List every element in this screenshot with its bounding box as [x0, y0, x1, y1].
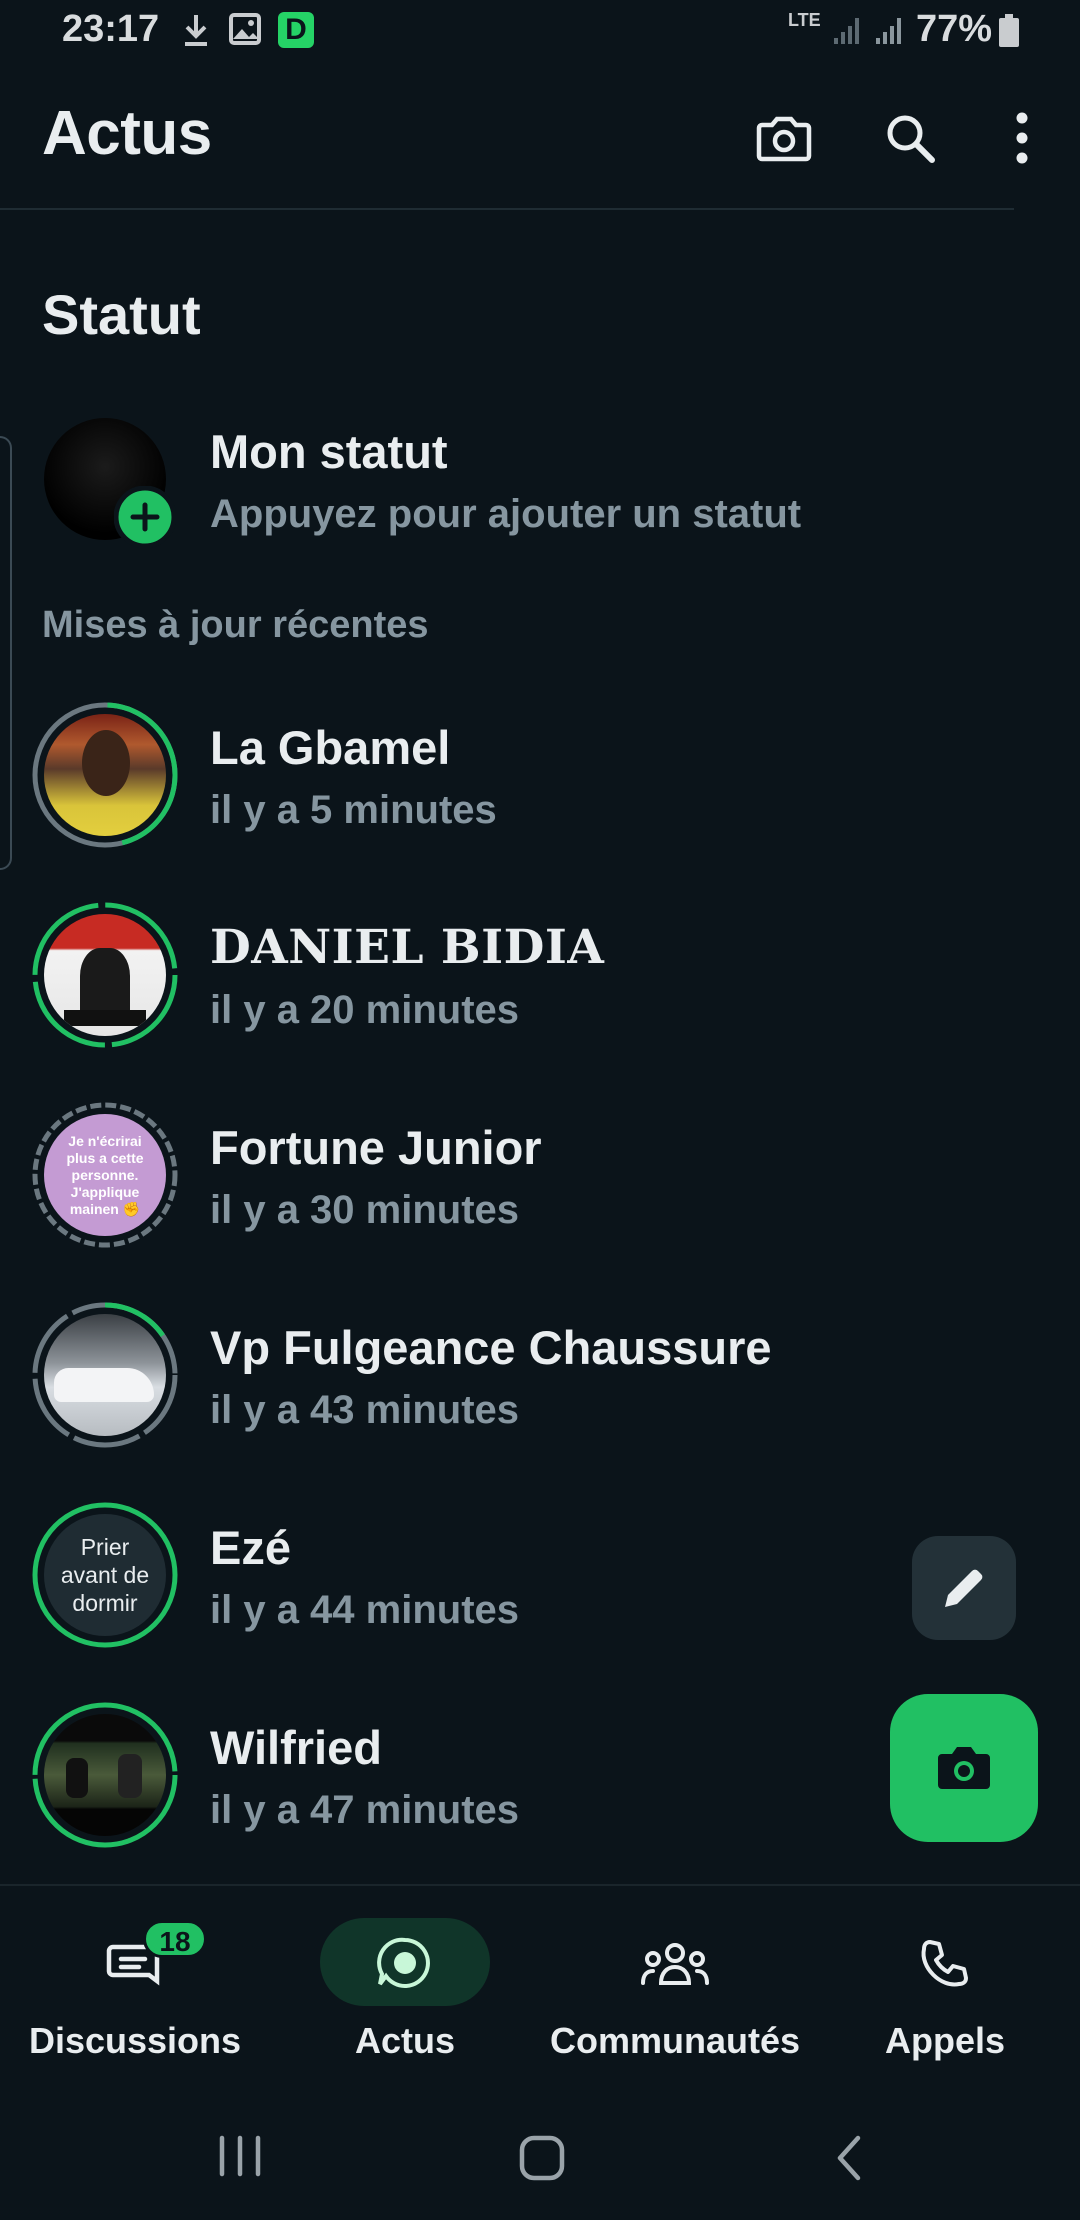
status-time: il y a 30 minutes	[210, 1188, 520, 1232]
new-text-status-button[interactable]	[912, 1536, 1016, 1640]
tab-appels[interactable]: Appels	[810, 1886, 1080, 2086]
status-time: il y a 20 minutes	[210, 988, 520, 1032]
status-time: il y a 44 minutes	[210, 1588, 520, 1632]
page-title: Actus	[42, 99, 212, 168]
status-thumb-text: Je n'écrirai plus a cette personne. J'ap…	[66, 1132, 144, 1217]
unread-badge: 18	[143, 1920, 207, 1958]
battery-icon	[998, 14, 1020, 53]
tab-label: Discussions	[28, 2020, 242, 2061]
status-item[interactable]: La Gbamel il y a 5 minutes	[0, 698, 1080, 878]
status-name: Vp Fulgeance Chaussure	[210, 1321, 772, 1374]
my-status-row[interactable]: Mon statut Appuyez pour ajouter un statu…	[0, 404, 1080, 554]
new-camera-status-button[interactable]	[890, 1694, 1038, 1842]
status-name: DANIEL BIDIA	[210, 920, 605, 975]
battery-level: 77%	[916, 8, 993, 50]
status-thumb-text: Prier avant de dormir	[60, 1534, 150, 1616]
status-item[interactable]: Je n'écrirai plus a cette personne. J'ap…	[0, 1098, 1080, 1278]
home-button[interactable]	[518, 2134, 566, 2187]
status-bar: 23:17 D LTE 77%	[0, 0, 1080, 64]
status-name: Wilfried	[210, 1721, 382, 1774]
status-item[interactable]: Vp Fulgeance Chaussure il y a 43 minutes	[0, 1298, 1080, 1478]
back-button[interactable]	[830, 2134, 866, 2187]
communities-icon	[635, 1918, 715, 2008]
status-item[interactable]: DANIEL BIDIA il y a 20 minutes	[0, 898, 1080, 1078]
my-avatar	[30, 404, 180, 554]
back-icon	[837, 2135, 861, 2181]
more-options-button[interactable]	[986, 102, 1058, 174]
app-header: Actus	[0, 64, 1080, 209]
status-name: Ezé	[210, 1521, 291, 1574]
my-status-subtitle: Appuyez pour ajouter un statut	[210, 492, 802, 536]
camera-icon	[756, 116, 812, 162]
tab-actus[interactable]: Actus	[270, 1886, 540, 2086]
tab-label: Appels	[884, 2020, 1006, 2061]
recents-icon	[219, 2135, 261, 2177]
recent-updates-label: Mises à jour récentes	[42, 604, 429, 646]
bottom-navigation: 18 Discussions Actus Communautés Appels	[0, 1884, 1080, 2086]
search-button[interactable]	[874, 102, 946, 174]
status-section-title: Statut	[42, 283, 201, 346]
status-avatar	[30, 700, 180, 850]
add-status-icon	[114, 486, 176, 548]
download-icon	[180, 12, 212, 53]
status-avatar	[30, 900, 180, 1050]
status-avatar: Prier avant de dormir	[30, 1500, 180, 1650]
signal-icon	[832, 14, 908, 51]
tab-discussions[interactable]: 18 Discussions	[0, 1886, 270, 2086]
status-name: Fortune Junior	[210, 1121, 542, 1174]
status-time: il y a 47 minutes	[210, 1788, 520, 1832]
more-vert-icon	[1016, 112, 1028, 164]
tab-label: Actus	[354, 2020, 456, 2061]
network-type: LTE	[788, 10, 821, 30]
app-d-icon: D	[278, 12, 314, 48]
header-divider	[0, 208, 1014, 210]
system-navigation-bar	[0, 2084, 1080, 2220]
status-time: il y a 5 minutes	[210, 788, 497, 832]
tab-label: Communautés	[549, 2020, 801, 2061]
camera-button[interactable]	[748, 102, 820, 174]
status-avatar	[30, 1300, 180, 1450]
tab-communautes[interactable]: Communautés	[540, 1886, 810, 2086]
status-avatar	[30, 1700, 180, 1850]
pencil-icon	[945, 1569, 983, 1607]
status-time: 23:17	[62, 8, 160, 50]
status-name: La Gbamel	[210, 721, 451, 774]
phone-icon	[915, 1918, 975, 2008]
updates-icon	[370, 1918, 440, 2008]
recent-apps-button[interactable]	[210, 2134, 270, 2183]
search-icon	[887, 115, 935, 163]
home-icon	[519, 2135, 565, 2181]
image-icon	[228, 12, 262, 51]
status-avatar: Je n'écrirai plus a cette personne. J'ap…	[30, 1100, 180, 1250]
my-status-name: Mon statut	[210, 425, 448, 478]
camera-icon	[938, 1747, 990, 1789]
status-time: il y a 43 minutes	[210, 1388, 520, 1432]
